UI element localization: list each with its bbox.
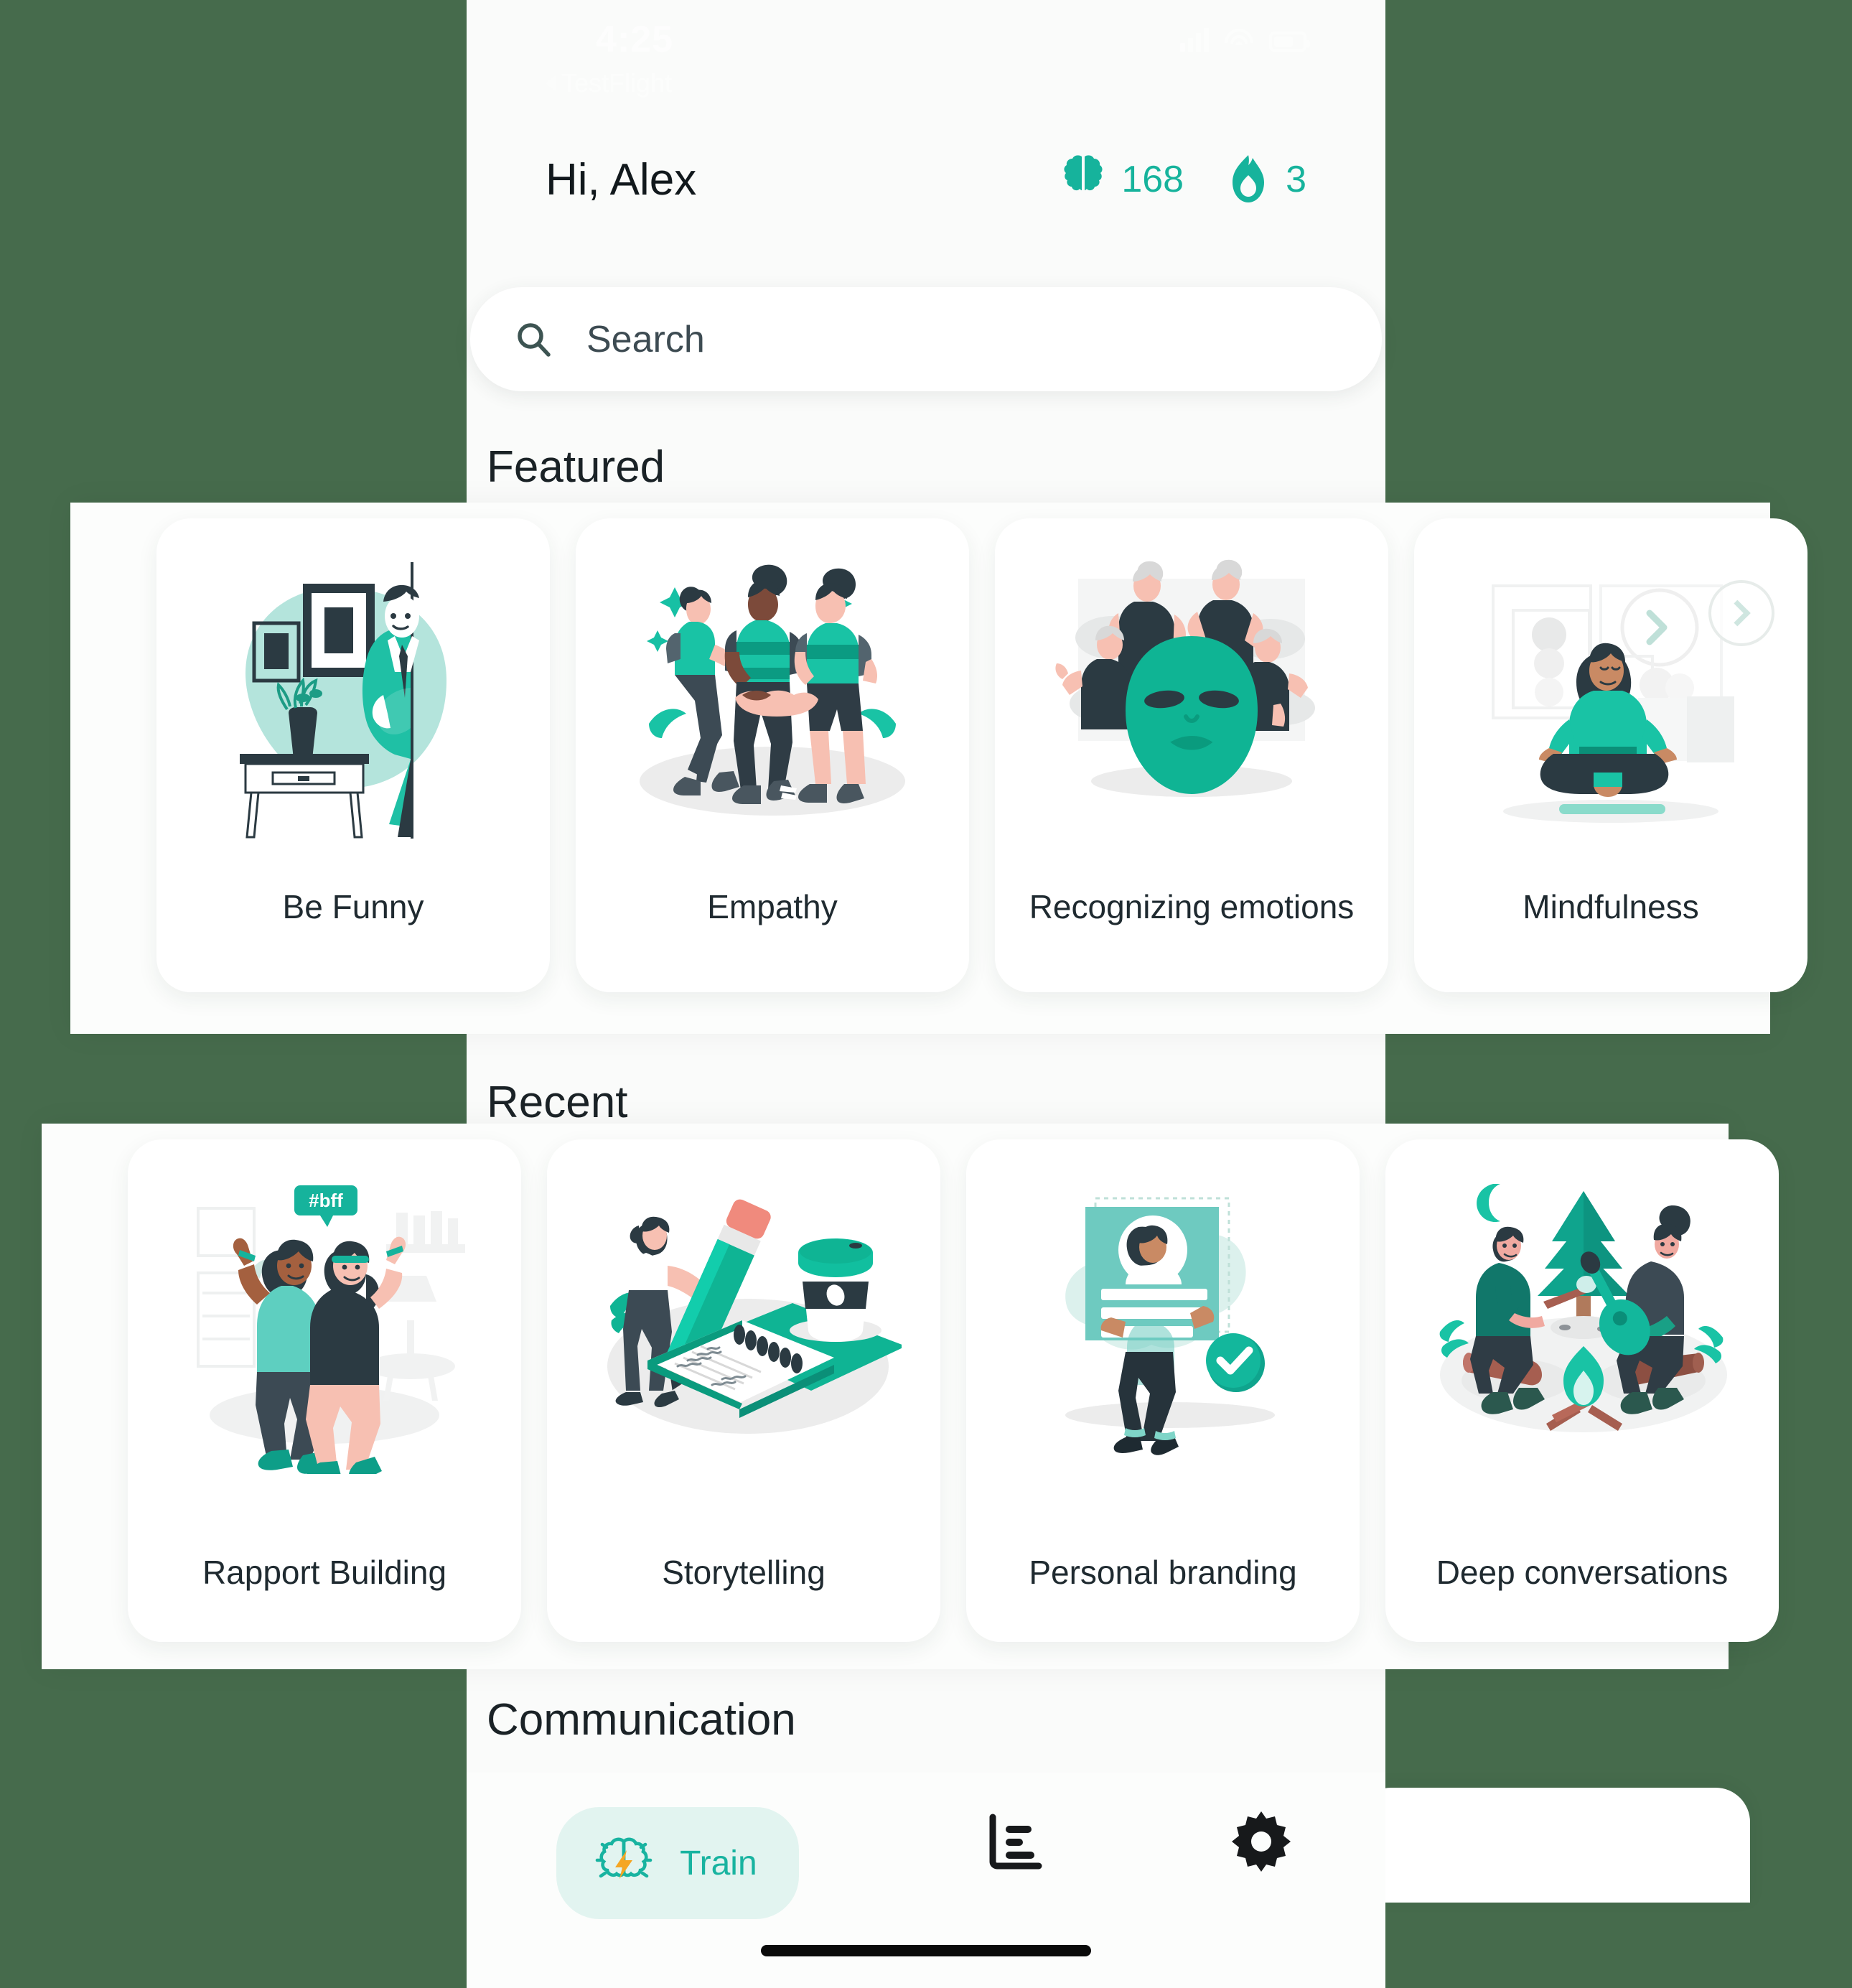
status-icons — [1180, 27, 1310, 52]
featured-card-row[interactable]: Be Funny Empathy Recognizing emotions Mi… — [70, 503, 1807, 1034]
home-indicator — [761, 1945, 1091, 1956]
back-triangle-icon — [546, 75, 556, 91]
search-bar[interactable]: Search — [470, 287, 1382, 391]
flame-icon — [1227, 154, 1270, 205]
card-be-funny[interactable]: Be Funny — [156, 518, 550, 992]
card-mindfulness[interactable]: Mindfulness — [1414, 518, 1807, 992]
recent-card-row[interactable]: #bff Rapport Building Storytelling Perso… — [42, 1124, 1779, 1669]
back-label: TestFlight — [561, 68, 673, 98]
section-title-recent: Recent — [487, 1078, 628, 1127]
back-to-testflight[interactable]: TestFlight — [546, 68, 672, 98]
card-personal-branding[interactable]: Personal branding — [966, 1139, 1360, 1642]
card-label: Recognizing emotions — [1029, 888, 1355, 925]
bar-chart-icon — [978, 1807, 1047, 1876]
card-peek[interactable] — [1357, 1788, 1750, 1903]
nav-train[interactable]: Train — [556, 1807, 799, 1919]
chevron-right-icon — [1724, 599, 1751, 627]
search-placeholder: Search — [586, 318, 705, 360]
card-label: Mindfulness — [1523, 888, 1699, 925]
featured-next-button[interactable] — [1708, 580, 1774, 646]
svg-text:#bff: #bff — [309, 1190, 343, 1211]
card-label: Be Funny — [282, 888, 424, 925]
campfire-night-illustration — [1424, 1165, 1740, 1474]
header-row: Hi, Alex 168 3 — [467, 133, 1385, 226]
card-label: Empathy — [707, 888, 838, 925]
section-title-featured: Featured — [487, 442, 665, 492]
card-label: Personal branding — [1029, 1554, 1297, 1591]
nav-stats[interactable] — [978, 1807, 1047, 1876]
two-friends-hugging-illustration: #bff — [167, 1165, 482, 1474]
card-recognizing-emotions[interactable]: Recognizing emotions — [995, 518, 1388, 992]
woman-pencil-notebook-illustration — [586, 1165, 902, 1474]
brain-points-value: 168 — [1121, 159, 1184, 200]
card-label: Rapport Building — [202, 1554, 447, 1591]
wifi-icon — [1225, 29, 1253, 52]
streak-days[interactable]: 3 — [1227, 154, 1306, 205]
streak-value: 3 — [1286, 159, 1306, 200]
man-peeking-door-illustration — [195, 544, 511, 853]
three-people-hands-illustration — [614, 544, 930, 853]
status-bar: 4:25 TestFlight — [467, 0, 1385, 98]
card-deep-conversations[interactable]: Deep conversations — [1385, 1139, 1779, 1642]
card-label: Storytelling — [662, 1554, 826, 1591]
nav-train-label: Train — [680, 1844, 757, 1882]
card-empathy[interactable]: Empathy — [576, 518, 969, 992]
profile-card-illustration — [1005, 1165, 1321, 1474]
cellular-signal-icon — [1180, 27, 1209, 52]
brain-icon — [1061, 154, 1105, 205]
card-rapport-building[interactable]: #bff Rapport Building — [128, 1139, 521, 1642]
search-icon — [513, 319, 553, 360]
gear-icon — [1227, 1807, 1296, 1876]
nav-settings[interactable] — [1227, 1807, 1296, 1876]
battery-icon — [1269, 32, 1310, 52]
brain-points[interactable]: 168 — [1061, 154, 1184, 205]
teal-mask-illustration — [1034, 544, 1350, 853]
status-time: 4:25 — [596, 19, 674, 60]
section-title-communication: Communication — [487, 1695, 796, 1745]
card-storytelling[interactable]: Storytelling — [547, 1139, 940, 1642]
card-label: Deep conversations — [1436, 1554, 1729, 1591]
page-title: Hi, Alex — [546, 154, 697, 205]
brain-bolt-icon — [586, 1826, 661, 1900]
stats-group: 168 3 — [1061, 154, 1306, 205]
